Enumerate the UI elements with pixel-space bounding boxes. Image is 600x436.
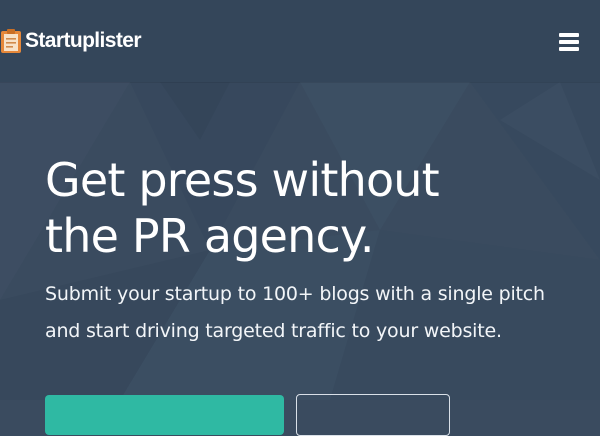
- menu-bar-line: [559, 40, 579, 44]
- hero-subheadline-line-1: Submit your startup to 100+ blogs with a…: [45, 283, 545, 305]
- brand-logo[interactable]: Startuplister: [0, 27, 142, 55]
- hamburger-menu-icon[interactable]: [559, 33, 579, 51]
- menu-bar-line: [559, 47, 579, 51]
- secondary-cta-button[interactable]: [296, 394, 450, 436]
- hero-headline-line-1: Get press without: [45, 153, 440, 207]
- top-navigation-bar: Startuplister: [0, 0, 600, 82]
- hero-headline: Get press without the PR agency.: [45, 152, 565, 264]
- menu-bar-line: [559, 33, 579, 37]
- hero-headline-line-2: the PR agency.: [45, 209, 374, 263]
- clipboard-icon: [1, 29, 21, 53]
- primary-cta-button[interactable]: [45, 395, 284, 435]
- hero-subheadline: Submit your startup to 100+ blogs with a…: [45, 276, 575, 350]
- brand-name: Startuplister: [25, 29, 142, 52]
- hero-subheadline-line-2: and start driving targeted traffic to yo…: [45, 320, 502, 342]
